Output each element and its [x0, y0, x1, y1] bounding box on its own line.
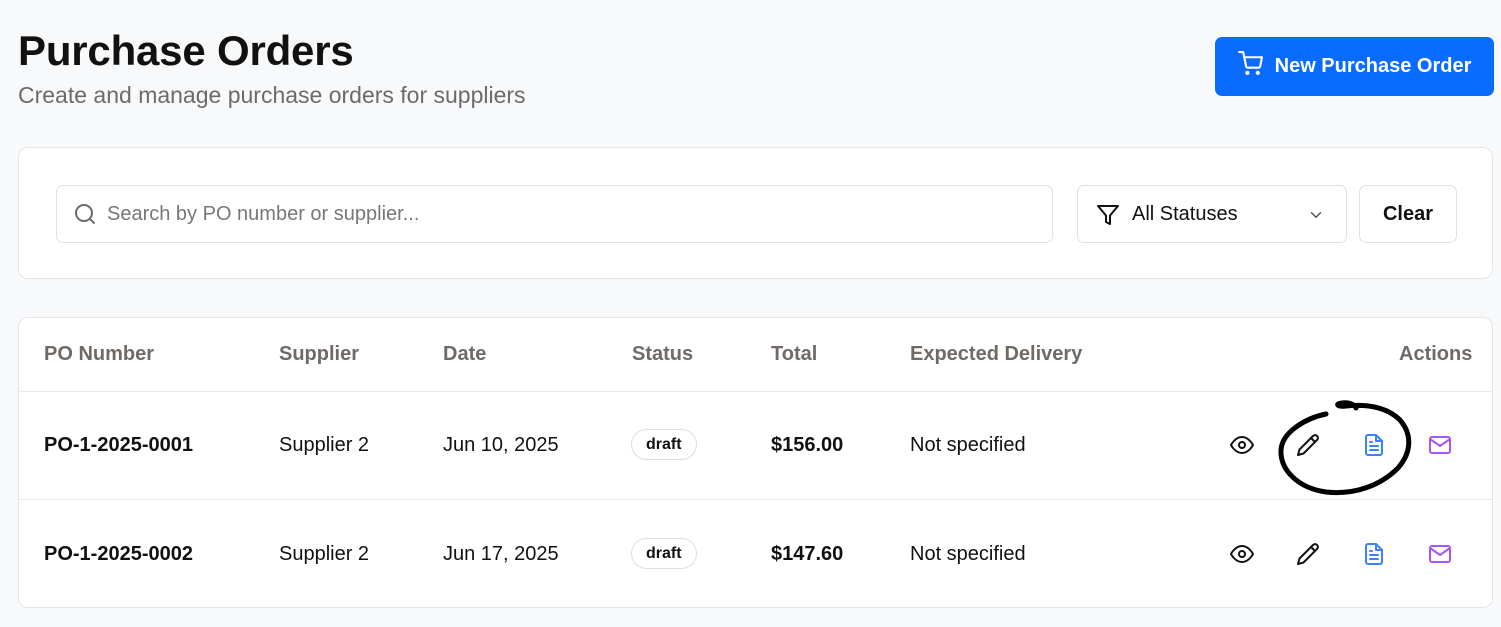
status-filter-value: All Statuses: [1132, 202, 1238, 225]
search-box[interactable]: [56, 185, 1053, 243]
page-header: Purchase Orders Create and manage purcha…: [18, 26, 526, 110]
supplier-cell: Supplier 2: [279, 543, 370, 565]
page-title: Purchase Orders: [18, 27, 354, 74]
pencil-icon: [1297, 434, 1319, 456]
table-row: PO-1-2025-0002 Supplier 2 Jun 17, 2025 d…: [19, 500, 1492, 607]
status-badge: draft: [631, 538, 697, 569]
column-header-supplier: Supplier: [279, 343, 360, 365]
status-badge: draft: [631, 429, 697, 460]
document-button[interactable]: [1360, 540, 1388, 568]
total-cell: $156.00: [771, 434, 844, 456]
view-button[interactable]: [1228, 540, 1256, 568]
eye-icon: [1230, 436, 1254, 454]
column-header-po-number: PO Number: [44, 343, 155, 365]
total-cell: $147.60: [771, 543, 844, 565]
search-input[interactable]: [105, 201, 1029, 227]
table-row: PO-1-2025-0001 Supplier 2 Jun 10, 2025 d…: [19, 391, 1492, 500]
document-button[interactable]: [1360, 431, 1388, 459]
column-header-status: Status: [632, 343, 694, 365]
supplier-cell: Supplier 2: [279, 434, 370, 456]
eye-icon: [1230, 545, 1254, 563]
edit-button[interactable]: [1294, 540, 1322, 568]
email-button[interactable]: [1426, 431, 1454, 459]
new-purchase-order-button[interactable]: New Purchase Order: [1215, 37, 1494, 96]
column-header-total: Total: [771, 343, 818, 365]
pencil-icon: [1297, 543, 1319, 565]
date-cell: Jun 10, 2025: [443, 434, 559, 456]
date-cell: Jun 17, 2025: [443, 543, 559, 565]
mail-icon: [1429, 436, 1451, 454]
po-number-cell[interactable]: PO-1-2025-0001: [44, 434, 193, 457]
filter-card: All Statuses Clear: [18, 147, 1493, 279]
expected-delivery-cell: Not specified: [910, 543, 1026, 565]
document-icon: [1365, 434, 1383, 456]
mail-icon: [1429, 545, 1451, 563]
clear-button[interactable]: Clear: [1359, 185, 1457, 243]
po-number-cell[interactable]: PO-1-2025-0002: [44, 543, 193, 566]
column-header-date: Date: [443, 343, 487, 365]
new-purchase-order-label: New Purchase Order: [1274, 55, 1472, 77]
edit-button[interactable]: [1294, 431, 1322, 459]
column-header-actions: Actions: [1399, 343, 1473, 365]
status-filter-select[interactable]: All Statuses: [1077, 185, 1347, 243]
column-header-expected-delivery: Expected Delivery: [910, 343, 1083, 365]
table-header: PO Number Supplier Date Status Total Exp…: [19, 318, 1492, 392]
page-subtitle: Create and manage purchase orders for su…: [18, 82, 526, 108]
document-icon: [1365, 543, 1383, 565]
cart-icon: [1237, 51, 1263, 82]
email-button[interactable]: [1426, 540, 1454, 568]
view-button[interactable]: [1228, 431, 1256, 459]
purchase-orders-table: PO Number Supplier Date Status Total Exp…: [18, 317, 1493, 608]
expected-delivery-cell: Not specified: [910, 434, 1026, 456]
